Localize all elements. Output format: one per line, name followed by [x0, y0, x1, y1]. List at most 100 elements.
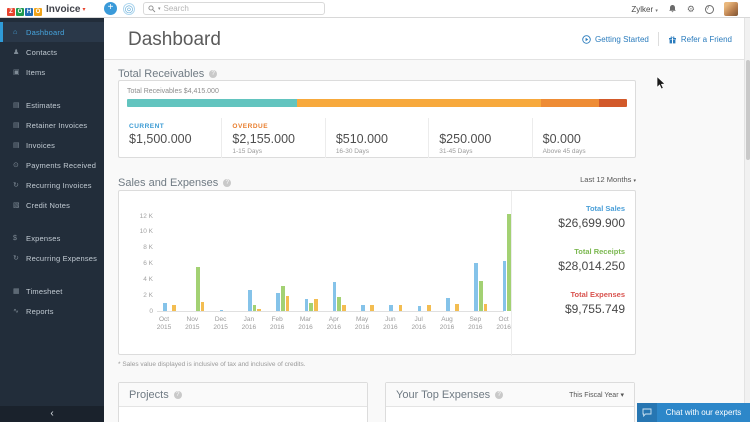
- chart-bar-sales: [163, 303, 167, 311]
- sidebar-item-timesheet[interactable]: ▦ Timesheet: [0, 281, 104, 301]
- sales-section-title: Sales and Expenses?: [118, 177, 232, 189]
- projects-card-header: Projects?: [119, 383, 367, 407]
- chart-xlabel: Jun 2016: [383, 316, 398, 331]
- sidebar-item-dashboard[interactable]: ⌂ Dashboard: [0, 22, 104, 42]
- help-icon[interactable]: ?: [705, 4, 714, 14]
- reports-icon: ∿: [13, 308, 19, 315]
- sidebar-item-payments-received[interactable]: ⊙ Payments Received: [0, 155, 104, 175]
- sales-expenses-card: 0 2 K 4 K 6 K 8 K 10 K 12 K Oct 2015 Nov 2015 Dec 20…: [118, 190, 636, 356]
- product-dropdown-caret-icon[interactable]: ▾: [82, 6, 85, 13]
- chart-bar-group-mar-2016: [304, 299, 319, 311]
- page-scrollbar-thumb[interactable]: [746, 60, 750, 160]
- sidebar-item-label: Payments Received: [26, 160, 97, 170]
- chart-xlabel: Dec 2015: [213, 316, 228, 331]
- gift-icon: [668, 36, 676, 43]
- receivables-column-label: OVERDUE: [232, 123, 269, 130]
- top-expenses-card-header: Your Top Expenses? This Fiscal Year ▾: [386, 383, 634, 407]
- receivables-column-amount: $0.000: [542, 132, 581, 146]
- header-links: Getting Started Refer a Friend: [582, 18, 732, 60]
- recurring-expenses-icon: ↻: [13, 255, 19, 262]
- receivables-column-sub: 31-45 Days: [439, 148, 473, 155]
- page-title: Dashboard: [128, 29, 221, 50]
- summary-label: Total Receipts: [574, 247, 625, 256]
- search-input[interactable]: [163, 4, 320, 13]
- chart-bar-expenses: [285, 296, 290, 311]
- receivables-column-4: $0.000 Above 45 days: [531, 118, 635, 158]
- sidebar-item-retainer-invoices[interactable]: ▤ Retainer Invoices: [0, 115, 104, 135]
- sidebar-item-invoices[interactable]: ▤ Invoices: [0, 135, 104, 155]
- sidebar-item-label: Expenses: [26, 233, 61, 243]
- chart-bar-receipts: [478, 281, 483, 311]
- chart-bar-sales: [219, 310, 224, 311]
- chart-bar-sales: [502, 261, 507, 311]
- sidebar-item-label: Reports: [26, 306, 54, 316]
- sidebar-item-reports[interactable]: ∿ Reports: [0, 301, 104, 321]
- main-area: Dashboard Getting Started Refer a Friend…: [104, 18, 750, 422]
- top-expenses-help-icon[interactable]: ?: [495, 390, 504, 399]
- chart-ytick: 10 K: [139, 228, 153, 236]
- sidebar-item-label: Recurring Expenses: [26, 253, 98, 263]
- zoho-logo[interactable]: ZOHO Invoice ▾: [7, 3, 85, 16]
- retainer-invoice-icon: ▤: [13, 122, 20, 129]
- org-dropdown[interactable]: Zylker ▾: [631, 5, 658, 14]
- top-expenses-range-dropdown[interactable]: This Fiscal Year ▾: [569, 391, 624, 399]
- chart-bar-group-jun-2016: [389, 305, 403, 311]
- receivables-segment-current: [127, 99, 297, 107]
- sidebar-item-items[interactable]: ▣ Items: [0, 62, 104, 82]
- receivables-column-amount: $510.000: [335, 132, 388, 146]
- settings-gear-icon[interactable]: ⚙: [687, 4, 695, 14]
- receivables-column-sub: 16-30 Days: [335, 148, 370, 155]
- recent-activity-button[interactable]: ◎: [123, 3, 135, 15]
- zoho-logo-tile: H: [25, 8, 33, 16]
- sidebar-item-contacts[interactable]: ♟ Contacts: [0, 42, 104, 62]
- dashboard-content: Total Receivables? Total Receivables $4,…: [104, 60, 750, 422]
- chart-xlabel: Jan 2016: [241, 316, 257, 331]
- sidebar-item-recurring-expenses[interactable]: ↻ Recurring Expenses: [0, 248, 104, 268]
- sales-help-icon[interactable]: ?: [223, 179, 232, 187]
- search-scope-caret-icon[interactable]: ▾: [158, 6, 161, 12]
- sidebar-collapse-button[interactable]: ‹: [0, 406, 104, 422]
- timesheet-icon: ▦: [13, 288, 20, 295]
- sidebar-item-recurring-invoices[interactable]: ↻ Recurring Invoices: [0, 175, 104, 195]
- summary-value: $9,755.749: [564, 302, 625, 316]
- sidebar-item-estimates[interactable]: ▤ Estimates: [0, 95, 104, 115]
- play-circle-icon: [582, 34, 591, 44]
- chart-bar-expenses: [313, 299, 318, 311]
- sidebar-item-label: Items: [26, 67, 46, 77]
- sidebar-item-credit-notes[interactable]: ▧ Credit Notes: [0, 195, 104, 215]
- chart-ytick: 4 K: [143, 275, 153, 283]
- chart-xlabel: Sep 2016: [468, 316, 483, 331]
- search-box[interactable]: ▾: [143, 2, 325, 15]
- chart-xlabel: Oct 2015: [156, 316, 172, 331]
- home-icon: ⌂: [13, 28, 18, 36]
- receivables-columns: CURRENT $1,500.000 OVERDUE $2,155.000 1-15 D…: [119, 118, 635, 158]
- page-scrollbar[interactable]: [744, 18, 750, 422]
- refer-a-friend-link[interactable]: Refer a Friend: [668, 35, 732, 44]
- invoice-icon: ▤: [13, 142, 20, 149]
- chat-with-experts-button[interactable]: Chat with our experts: [637, 403, 750, 422]
- sidebar-item-expenses[interactable]: $ Expenses: [0, 228, 104, 248]
- chart-bar-receipts: [337, 297, 342, 311]
- chart-bar-group-may-2016: [361, 305, 375, 311]
- page-header: Dashboard Getting Started Refer a Friend: [104, 18, 750, 60]
- summary-value: $26,699.900: [558, 216, 625, 230]
- quick-create-button[interactable]: +: [104, 2, 117, 15]
- chart-bar-sales: [474, 263, 478, 311]
- zoho-logo-tile: O: [16, 8, 24, 16]
- chart-ytick: 12 K: [139, 212, 153, 220]
- chat-button-label: Chat with our experts: [665, 408, 742, 417]
- user-avatar[interactable]: [724, 2, 738, 16]
- receivables-column-label: [543, 123, 635, 131]
- chart-bar-sales: [417, 306, 422, 311]
- receivables-help-icon[interactable]: ?: [209, 70, 218, 78]
- summary-value: $28,014.250: [558, 259, 625, 273]
- getting-started-link[interactable]: Getting Started: [582, 35, 649, 44]
- notifications-bell-icon[interactable]: [668, 4, 677, 14]
- sales-range-dropdown[interactable]: Last 12 Months ▾: [580, 175, 636, 184]
- sales-footnote: * Sales value displayed is inclusive of …: [118, 361, 306, 368]
- summary-label: Total Sales: [585, 204, 625, 213]
- receivables-section-header: Total Receivables?: [118, 64, 636, 80]
- projects-help-icon[interactable]: ?: [173, 390, 182, 399]
- chart-bar-expenses: [342, 305, 346, 311]
- credit-notes-icon: ▧: [13, 202, 20, 209]
